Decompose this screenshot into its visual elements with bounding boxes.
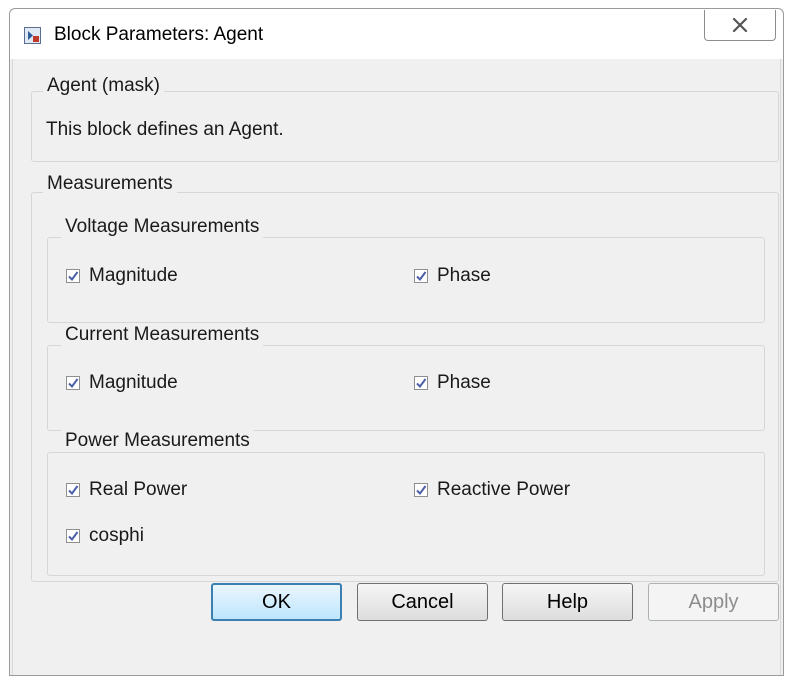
check-icon	[416, 271, 427, 282]
ok-button[interactable]: OK	[211, 583, 342, 621]
cosphi-checkbox[interactable]: cosphi	[66, 525, 144, 547]
voltage-phase-label: Phase	[437, 265, 491, 286]
reactive-power-checkbox[interactable]: Reactive Power	[414, 479, 570, 501]
check-icon	[416, 378, 427, 389]
checkbox-box[interactable]	[66, 376, 80, 390]
checkbox-box[interactable]	[66, 483, 80, 497]
power-legend: Power Measurements	[61, 430, 254, 452]
check-icon	[68, 485, 79, 496]
checkbox-box[interactable]	[414, 376, 428, 390]
simulink-block-icon	[24, 27, 41, 44]
checkbox-box[interactable]	[66, 269, 80, 283]
check-icon	[68, 378, 79, 389]
real-power-checkbox[interactable]: Real Power	[66, 479, 187, 501]
close-icon	[732, 18, 748, 32]
cosphi-label: cosphi	[89, 525, 144, 546]
checkbox-box[interactable]	[414, 483, 428, 497]
power-group	[47, 452, 765, 576]
cancel-button[interactable]: Cancel	[357, 583, 488, 621]
dialog-window: Block Parameters: Agent Agent (mask) Thi…	[9, 8, 784, 676]
voltage-phase-checkbox[interactable]: Phase	[414, 265, 491, 287]
voltage-legend: Voltage Measurements	[61, 216, 264, 238]
current-legend: Current Measurements	[61, 324, 264, 346]
voltage-magnitude-checkbox[interactable]: Magnitude	[66, 265, 178, 287]
checkbox-box[interactable]	[66, 529, 80, 543]
title-bar[interactable]: Block Parameters: Agent	[10, 9, 783, 59]
current-phase-checkbox[interactable]: Phase	[414, 372, 491, 394]
current-phase-label: Phase	[437, 372, 491, 393]
check-icon	[68, 271, 79, 282]
mask-description: This block defines an Agent.	[46, 119, 284, 140]
apply-button[interactable]: Apply	[648, 583, 779, 621]
help-button[interactable]: Help	[502, 583, 633, 621]
measurements-legend: Measurements	[43, 173, 177, 195]
current-magnitude-label: Magnitude	[89, 372, 178, 393]
current-magnitude-checkbox[interactable]: Magnitude	[66, 372, 178, 394]
close-button[interactable]	[704, 10, 776, 41]
window-title: Block Parameters: Agent	[54, 24, 264, 45]
check-icon	[68, 531, 79, 542]
checkbox-box[interactable]	[414, 269, 428, 283]
voltage-magnitude-label: Magnitude	[89, 265, 178, 286]
mask-legend: Agent (mask)	[43, 75, 164, 97]
check-icon	[416, 485, 427, 496]
real-power-label: Real Power	[89, 479, 188, 500]
reactive-power-label: Reactive Power	[437, 479, 571, 500]
